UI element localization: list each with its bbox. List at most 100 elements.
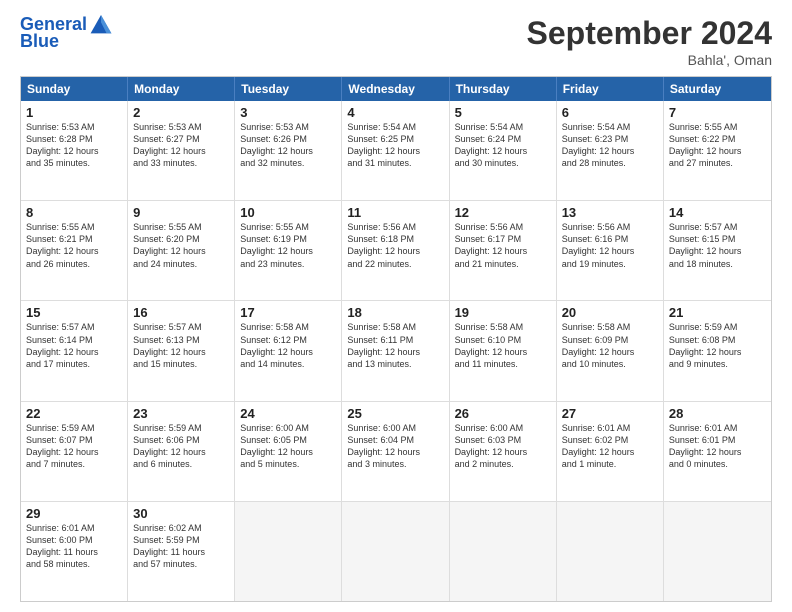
day-number-27: 27 — [562, 406, 658, 421]
day-number-7: 7 — [669, 105, 766, 120]
cell-text-22: Sunrise: 5:59 AM Sunset: 6:07 PM Dayligh… — [26, 422, 122, 471]
cell-text-12: Sunrise: 5:56 AM Sunset: 6:17 PM Dayligh… — [455, 221, 551, 270]
day-number-5: 5 — [455, 105, 551, 120]
cell-text-1: Sunrise: 5:53 AM Sunset: 6:28 PM Dayligh… — [26, 121, 122, 170]
day-number-26: 26 — [455, 406, 551, 421]
week-row-4: 22Sunrise: 5:59 AM Sunset: 6:07 PM Dayli… — [21, 401, 771, 501]
day-number-10: 10 — [240, 205, 336, 220]
cal-cell-4-1: 30Sunrise: 6:02 AM Sunset: 5:59 PM Dayli… — [128, 502, 235, 601]
cal-cell-1-2: 10Sunrise: 5:55 AM Sunset: 6:19 PM Dayli… — [235, 201, 342, 300]
cell-text-21: Sunrise: 5:59 AM Sunset: 6:08 PM Dayligh… — [669, 321, 766, 370]
cal-cell-2-6: 21Sunrise: 5:59 AM Sunset: 6:08 PM Dayli… — [664, 301, 771, 400]
cell-text-23: Sunrise: 5:59 AM Sunset: 6:06 PM Dayligh… — [133, 422, 229, 471]
cal-cell-2-2: 17Sunrise: 5:58 AM Sunset: 6:12 PM Dayli… — [235, 301, 342, 400]
cal-cell-0-2: 3Sunrise: 5:53 AM Sunset: 6:26 PM Daylig… — [235, 101, 342, 200]
header-sunday: Sunday — [21, 77, 128, 101]
day-number-28: 28 — [669, 406, 766, 421]
day-number-17: 17 — [240, 305, 336, 320]
cell-text-9: Sunrise: 5:55 AM Sunset: 6:20 PM Dayligh… — [133, 221, 229, 270]
cal-cell-3-0: 22Sunrise: 5:59 AM Sunset: 6:07 PM Dayli… — [21, 402, 128, 501]
cal-cell-0-6: 7Sunrise: 5:55 AM Sunset: 6:22 PM Daylig… — [664, 101, 771, 200]
week-row-3: 15Sunrise: 5:57 AM Sunset: 6:14 PM Dayli… — [21, 300, 771, 400]
cal-cell-1-3: 11Sunrise: 5:56 AM Sunset: 6:18 PM Dayli… — [342, 201, 449, 300]
cal-cell-4-0: 29Sunrise: 6:01 AM Sunset: 6:00 PM Dayli… — [21, 502, 128, 601]
cal-cell-0-1: 2Sunrise: 5:53 AM Sunset: 6:27 PM Daylig… — [128, 101, 235, 200]
cal-cell-3-1: 23Sunrise: 5:59 AM Sunset: 6:06 PM Dayli… — [128, 402, 235, 501]
cell-text-18: Sunrise: 5:58 AM Sunset: 6:11 PM Dayligh… — [347, 321, 443, 370]
cell-text-6: Sunrise: 5:54 AM Sunset: 6:23 PM Dayligh… — [562, 121, 658, 170]
day-number-15: 15 — [26, 305, 122, 320]
cell-text-20: Sunrise: 5:58 AM Sunset: 6:09 PM Dayligh… — [562, 321, 658, 370]
cal-cell-0-3: 4Sunrise: 5:54 AM Sunset: 6:25 PM Daylig… — [342, 101, 449, 200]
day-number-12: 12 — [455, 205, 551, 220]
day-number-14: 14 — [669, 205, 766, 220]
day-number-30: 30 — [133, 506, 229, 521]
cal-cell-0-4: 5Sunrise: 5:54 AM Sunset: 6:24 PM Daylig… — [450, 101, 557, 200]
day-number-4: 4 — [347, 105, 443, 120]
header-monday: Monday — [128, 77, 235, 101]
cell-text-2: Sunrise: 5:53 AM Sunset: 6:27 PM Dayligh… — [133, 121, 229, 170]
cell-text-11: Sunrise: 5:56 AM Sunset: 6:18 PM Dayligh… — [347, 221, 443, 270]
day-number-1: 1 — [26, 105, 122, 120]
cell-text-29: Sunrise: 6:01 AM Sunset: 6:00 PM Dayligh… — [26, 522, 122, 571]
header-tuesday: Tuesday — [235, 77, 342, 101]
cal-cell-3-5: 27Sunrise: 6:01 AM Sunset: 6:02 PM Dayli… — [557, 402, 664, 501]
header-thursday: Thursday — [450, 77, 557, 101]
cell-text-15: Sunrise: 5:57 AM Sunset: 6:14 PM Dayligh… — [26, 321, 122, 370]
header-saturday: Saturday — [664, 77, 771, 101]
day-number-8: 8 — [26, 205, 122, 220]
logo: General Blue — [20, 15, 113, 52]
cell-text-16: Sunrise: 5:57 AM Sunset: 6:13 PM Dayligh… — [133, 321, 229, 370]
day-number-24: 24 — [240, 406, 336, 421]
cell-text-7: Sunrise: 5:55 AM Sunset: 6:22 PM Dayligh… — [669, 121, 766, 170]
cell-text-17: Sunrise: 5:58 AM Sunset: 6:12 PM Dayligh… — [240, 321, 336, 370]
cell-text-4: Sunrise: 5:54 AM Sunset: 6:25 PM Dayligh… — [347, 121, 443, 170]
cal-cell-3-4: 26Sunrise: 6:00 AM Sunset: 6:03 PM Dayli… — [450, 402, 557, 501]
cal-cell-1-1: 9Sunrise: 5:55 AM Sunset: 6:20 PM Daylig… — [128, 201, 235, 300]
day-number-29: 29 — [26, 506, 122, 521]
day-number-19: 19 — [455, 305, 551, 320]
day-number-16: 16 — [133, 305, 229, 320]
cal-cell-1-0: 8Sunrise: 5:55 AM Sunset: 6:21 PM Daylig… — [21, 201, 128, 300]
calendar: Sunday Monday Tuesday Wednesday Thursday… — [20, 76, 772, 602]
day-number-21: 21 — [669, 305, 766, 320]
week-row-5: 29Sunrise: 6:01 AM Sunset: 6:00 PM Dayli… — [21, 501, 771, 601]
header-friday: Friday — [557, 77, 664, 101]
cell-text-24: Sunrise: 6:00 AM Sunset: 6:05 PM Dayligh… — [240, 422, 336, 471]
cell-text-19: Sunrise: 5:58 AM Sunset: 6:10 PM Dayligh… — [455, 321, 551, 370]
cal-cell-1-5: 13Sunrise: 5:56 AM Sunset: 6:16 PM Dayli… — [557, 201, 664, 300]
cal-cell-4-5 — [557, 502, 664, 601]
cal-cell-3-2: 24Sunrise: 6:00 AM Sunset: 6:05 PM Dayli… — [235, 402, 342, 501]
cell-text-26: Sunrise: 6:00 AM Sunset: 6:03 PM Dayligh… — [455, 422, 551, 471]
cell-text-28: Sunrise: 6:01 AM Sunset: 6:01 PM Dayligh… — [669, 422, 766, 471]
day-number-23: 23 — [133, 406, 229, 421]
week-row-1: 1Sunrise: 5:53 AM Sunset: 6:28 PM Daylig… — [21, 101, 771, 200]
cal-cell-4-4 — [450, 502, 557, 601]
day-number-3: 3 — [240, 105, 336, 120]
cal-cell-1-4: 12Sunrise: 5:56 AM Sunset: 6:17 PM Dayli… — [450, 201, 557, 300]
day-number-6: 6 — [562, 105, 658, 120]
cal-cell-0-5: 6Sunrise: 5:54 AM Sunset: 6:23 PM Daylig… — [557, 101, 664, 200]
cal-cell-4-3 — [342, 502, 449, 601]
logo-icon — [89, 11, 113, 35]
location: Bahla', Oman — [527, 52, 772, 68]
cell-text-27: Sunrise: 6:01 AM Sunset: 6:02 PM Dayligh… — [562, 422, 658, 471]
cell-text-10: Sunrise: 5:55 AM Sunset: 6:19 PM Dayligh… — [240, 221, 336, 270]
cal-cell-4-2 — [235, 502, 342, 601]
cal-cell-2-0: 15Sunrise: 5:57 AM Sunset: 6:14 PM Dayli… — [21, 301, 128, 400]
calendar-header: Sunday Monday Tuesday Wednesday Thursday… — [21, 77, 771, 101]
cal-cell-4-6 — [664, 502, 771, 601]
day-number-13: 13 — [562, 205, 658, 220]
day-number-20: 20 — [562, 305, 658, 320]
cal-cell-1-6: 14Sunrise: 5:57 AM Sunset: 6:15 PM Dayli… — [664, 201, 771, 300]
cal-cell-3-3: 25Sunrise: 6:00 AM Sunset: 6:04 PM Dayli… — [342, 402, 449, 501]
page: General Blue September 2024 Bahla', Oman… — [0, 0, 792, 612]
day-number-25: 25 — [347, 406, 443, 421]
cell-text-25: Sunrise: 6:00 AM Sunset: 6:04 PM Dayligh… — [347, 422, 443, 471]
header: General Blue September 2024 Bahla', Oman — [20, 15, 772, 68]
day-number-2: 2 — [133, 105, 229, 120]
day-number-18: 18 — [347, 305, 443, 320]
cal-cell-2-1: 16Sunrise: 5:57 AM Sunset: 6:13 PM Dayli… — [128, 301, 235, 400]
month-title: September 2024 — [527, 15, 772, 52]
cal-cell-3-6: 28Sunrise: 6:01 AM Sunset: 6:01 PM Dayli… — [664, 402, 771, 501]
